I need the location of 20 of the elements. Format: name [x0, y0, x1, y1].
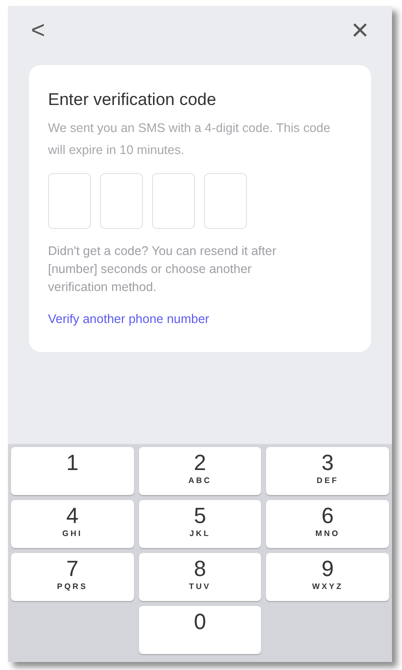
close-button[interactable]: ×: [348, 16, 372, 46]
code-digit-field[interactable]: [48, 173, 91, 229]
keypad-key[interactable]: 0: [138, 606, 262, 654]
card-description: We sent you an SMS with a 4-digit code. This code will expire in 10 minutes.: [48, 120, 332, 159]
keypad-key[interactable]: 4 GHI: [11, 500, 134, 548]
resend-help-text: Didn't get a code? You can resend it after [number] seconds or choose another verification method.: [48, 243, 278, 296]
back-button[interactable]: <: [28, 19, 48, 43]
verify-another-number-link[interactable]: Verify another phone number: [48, 310, 210, 329]
card-title: Enter verification code: [48, 89, 218, 111]
code-digit-field[interactable]: [100, 173, 143, 229]
code-digit-field[interactable]: [152, 173, 195, 229]
keypad-key[interactable]: 2 ABC: [138, 447, 262, 495]
keypad-key[interactable]: 1: [11, 447, 134, 495]
keypad-key[interactable]: 8 TUV: [138, 553, 262, 601]
keypad-key[interactable]: 5 JKL: [138, 500, 262, 548]
keypad-key[interactable]: 6 MNO: [266, 500, 390, 548]
keypad-key[interactable]: 9 WXYZ: [266, 553, 390, 601]
code-digit-field[interactable]: [204, 173, 247, 229]
keypad-key[interactable]: 7 PQRS: [11, 553, 134, 601]
keypad-key[interactable]: 3 DEF: [266, 447, 390, 495]
